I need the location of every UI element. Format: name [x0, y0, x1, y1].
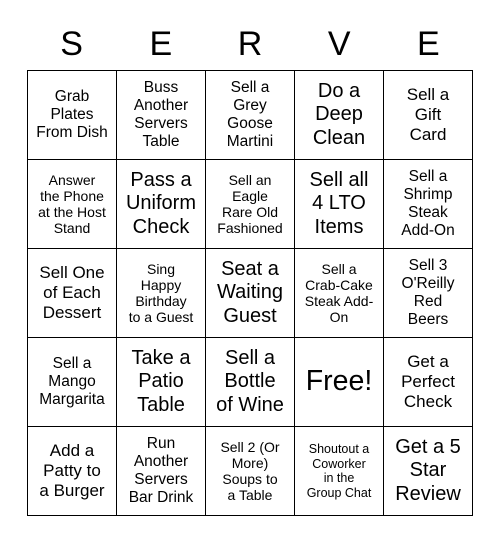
bingo-cell[interactable]: Add a Patty to a Burger [28, 427, 117, 516]
bingo-cell-text: Sell 3 O'Reilly Red Beers [401, 257, 455, 328]
bingo-cell-text: Pass a Uniform Check [125, 169, 196, 238]
bingo-cell[interactable]: Sell a Crab-Cake Steak Add- On [295, 249, 384, 338]
header-letter-2: R [237, 25, 263, 63]
bingo-cell[interactable]: Sell 3 O'Reilly Red Beers [384, 249, 473, 338]
bingo-cell[interactable]: Buss Another Servers Table [117, 71, 206, 160]
bingo-cell-text: Add a Patty to a Burger [39, 441, 105, 500]
bingo-cell[interactable]: Sell all 4 LTO Items [295, 160, 384, 249]
header-letter-4: E [417, 25, 440, 63]
bingo-grid: Grab Plates From Dish Buss Another Serve… [27, 70, 473, 516]
bingo-cell-text: Sell a Gift Card [406, 85, 450, 144]
bingo-cell[interactable]: Sell a Gift Card [384, 71, 473, 160]
bingo-cell-text: Grab Plates From Dish [36, 88, 108, 141]
bingo-cell-text: Sing Happy Birthday to a Guest [128, 260, 194, 326]
bingo-cell-text: Take a Patio Table [131, 347, 191, 416]
bingo-cell[interactable]: Answer the Phone at the Host Stand [28, 160, 117, 249]
bingo-cell-text: Answer the Phone at the Host Stand [38, 171, 106, 237]
bingo-cell[interactable]: Sell an Eagle Rare Old Fashioned [206, 160, 295, 249]
bingo-cell[interactable]: Sell One of Each Dessert [28, 249, 117, 338]
bingo-cell-text: Do a Deep Clean [312, 80, 366, 149]
bingo-cell[interactable]: Seat a Waiting Guest [206, 249, 295, 338]
bingo-cell-text: Buss Another Servers Table [133, 79, 189, 150]
bingo-cell[interactable]: Sell a Shrimp Steak Add-On [384, 160, 473, 249]
header-letter-0: S [60, 25, 83, 63]
bingo-cell-text: Shoutout a Coworker in the Group Chat [306, 442, 372, 500]
header-letter-1: E [149, 25, 173, 63]
bingo-cell[interactable]: Sell a Grey Goose Martini [206, 71, 295, 160]
bingo-header-row: S E R V E [27, 18, 473, 70]
bingo-cell[interactable]: Sell a Bottle of Wine [206, 338, 295, 427]
bingo-cell[interactable]: Get a Perfect Check [384, 338, 473, 427]
bingo-cell[interactable]: Do a Deep Clean [295, 71, 384, 160]
bingo-cell[interactable]: Shoutout a Coworker in the Group Chat [295, 427, 384, 516]
bingo-cell-text: Sell 2 (Or More) Soups to a Table [220, 438, 280, 504]
bingo-cell-text: Free! [305, 365, 373, 398]
bingo-cell-text: Sell a Shrimp Steak Add-On [401, 168, 455, 239]
bingo-cell[interactable]: Grab Plates From Dish [28, 71, 117, 160]
bingo-cell-text: Run Another Servers Bar Drink [128, 435, 194, 506]
bingo-cell-text: Get a Perfect Check [401, 352, 455, 411]
bingo-card: S E R V E Grab Plates From Dish Buss Ano… [27, 18, 473, 516]
bingo-cell-free[interactable]: Free! [295, 338, 384, 427]
bingo-cell[interactable]: Sell 2 (Or More) Soups to a Table [206, 427, 295, 516]
bingo-cell-text: Sell all 4 LTO Items [309, 169, 369, 238]
bingo-cell[interactable]: Sell a Mango Margarita [28, 338, 117, 427]
header-letter-3: V [327, 25, 351, 63]
bingo-cell[interactable]: Run Another Servers Bar Drink [117, 427, 206, 516]
bingo-cell[interactable]: Pass a Uniform Check [117, 160, 206, 249]
bingo-cell-text: Sell a Crab-Cake Steak Add- On [304, 260, 374, 326]
bingo-cell[interactable]: Take a Patio Table [117, 338, 206, 427]
bingo-cell-text: Get a 5 Star Review [395, 436, 461, 505]
bingo-cell-text: Sell a Bottle of Wine [216, 347, 284, 416]
bingo-cell-text: Sell an Eagle Rare Old Fashioned [217, 171, 283, 237]
bingo-cell-text: Sell One of Each Dessert [39, 263, 105, 322]
bingo-cell-text: Sell a Mango Margarita [39, 355, 105, 408]
bingo-cell-text: Sell a Grey Goose Martini [226, 79, 274, 150]
bingo-cell[interactable]: Sing Happy Birthday to a Guest [117, 249, 206, 338]
bingo-cell-text: Seat a Waiting Guest [217, 258, 283, 327]
bingo-cell[interactable]: Get a 5 Star Review [384, 427, 473, 516]
